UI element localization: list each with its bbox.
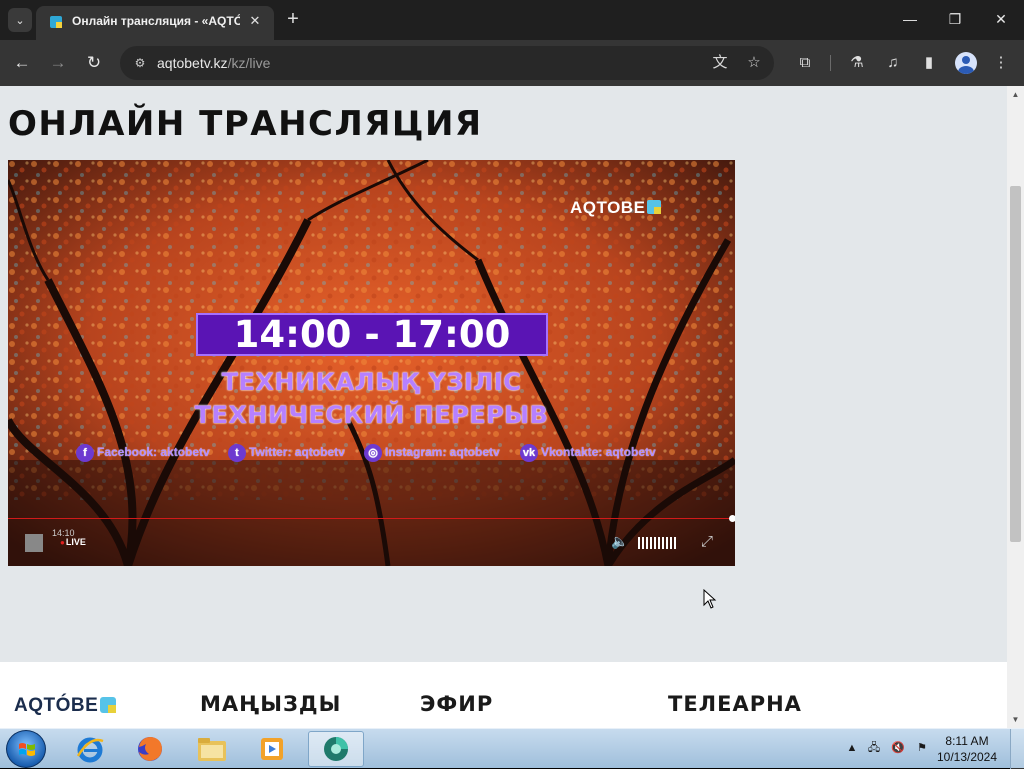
volume-slider[interactable] bbox=[638, 537, 678, 549]
vk-icon: vk bbox=[520, 444, 538, 462]
mouse-cursor-icon bbox=[703, 589, 717, 609]
aqtobe-logo-mark-icon bbox=[647, 200, 662, 214]
social-twitter-label: Twitter: aqtobetv bbox=[249, 445, 345, 460]
scroll-down-arrow-icon[interactable]: ▼ bbox=[1007, 711, 1024, 728]
address-bar[interactable]: ⚙ aqtobetv.kz/kz/live 文 ☆ bbox=[120, 46, 774, 80]
footer-logo[interactable]: AQTÓBE bbox=[14, 695, 117, 717]
labs-flask-icon[interactable]: ⚗ bbox=[846, 52, 868, 74]
window-close-button[interactable]: ✕ bbox=[986, 6, 1016, 32]
tab-title: Онлайн трансляция - «AQTÓBE» bbox=[72, 14, 240, 28]
aqtobe-logo-mark-icon bbox=[100, 697, 117, 713]
address-url[interactable]: aqtobetv.kz/kz/live bbox=[157, 55, 270, 71]
profile-avatar-icon[interactable] bbox=[955, 52, 977, 74]
window-minimize-button[interactable]: — bbox=[895, 6, 925, 32]
side-panel-icon[interactable]: ▮ bbox=[918, 52, 940, 74]
volume-muted-icon[interactable]: 🔇 bbox=[890, 740, 906, 756]
social-twitter: t Twitter: aqtobetv bbox=[228, 444, 345, 464]
twitter-icon: t bbox=[228, 444, 246, 462]
translate-icon[interactable]: 文 bbox=[710, 53, 730, 73]
url-domain: aqtobetv.kz bbox=[157, 55, 228, 71]
social-facebook-label: Facebook: aktobetv bbox=[97, 445, 210, 460]
page-title: ОНЛАЙН ТРАНСЛЯЦИЯ bbox=[8, 104, 483, 144]
fullscreen-icon[interactable]: ⤢ bbox=[698, 533, 716, 551]
footer-logo-text: AQTÓBE bbox=[14, 695, 99, 716]
social-links: f Facebook: aktobetv t Twitter: aqtobetv ◎… bbox=[76, 444, 676, 464]
playback-scrubber-handle[interactable] bbox=[729, 515, 735, 522]
firefox-icon[interactable] bbox=[122, 731, 178, 767]
start-button[interactable] bbox=[6, 730, 46, 768]
site-footer: AQTÓBE МАҢЫЗДЫ ЭФИР ТЕЛЕАРНА bbox=[0, 662, 1007, 728]
bookmark-star-icon[interactable]: ☆ bbox=[744, 53, 764, 73]
network-icon[interactable]: 🖧 bbox=[866, 740, 882, 756]
site-info-icon[interactable]: ⚙ bbox=[132, 55, 148, 71]
page-scrollbar[interactable]: ▲ ▼ bbox=[1007, 86, 1024, 728]
windows-flag-icon bbox=[19, 743, 35, 756]
video-frame-autumn-trees bbox=[8, 160, 735, 566]
footer-heading-important: МАҢЫЗДЫ bbox=[200, 692, 342, 716]
social-facebook: f Facebook: aktobetv bbox=[76, 444, 210, 464]
tab-close-icon[interactable]: ✕ bbox=[246, 12, 264, 30]
page-viewport: ОНЛАЙН ТРАНСЛЯЦИЯ AQTOBE 14:00 - 17:00 Т… bbox=[0, 86, 1007, 728]
toolbar-divider bbox=[830, 55, 831, 71]
social-instagram-label: Instagram: aqtobetv bbox=[385, 445, 500, 460]
technical-break-kz: ТЕХНИКАЛЫҚ ҮЗІЛІС bbox=[221, 368, 522, 396]
playback-progress-bar[interactable] bbox=[8, 518, 735, 519]
clock-time: 8:11 AM bbox=[945, 734, 989, 748]
reload-icon[interactable]: ↻ bbox=[82, 51, 106, 75]
scrollbar-thumb[interactable] bbox=[1010, 186, 1021, 542]
channel-logo: AQTOBE bbox=[570, 198, 662, 218]
browser-tab-strip: ⌄ Онлайн трансляция - «AQTÓBE» ✕ + — ❐ ✕ bbox=[0, 0, 1024, 40]
forward-arrow-icon[interactable]: → bbox=[46, 51, 70, 75]
scroll-up-arrow-icon[interactable]: ▲ bbox=[1007, 86, 1024, 103]
volume-speaker-icon[interactable]: 🔈 bbox=[611, 533, 628, 549]
media-control-icon[interactable]: ♫ bbox=[882, 52, 904, 74]
aqtobe-favicon-icon bbox=[50, 16, 62, 28]
menu-kebab-icon[interactable]: ⋮ bbox=[990, 52, 1012, 74]
tray-expand-arrow-icon[interactable]: ▲ bbox=[844, 740, 860, 756]
browser-tab-active[interactable]: Онлайн трансляция - «AQTÓBE» ✕ bbox=[36, 6, 274, 40]
live-video-player[interactable]: AQTOBE 14:00 - 17:00 ТЕХНИКАЛЫҚ ҮЗІЛІС Т… bbox=[8, 160, 735, 566]
social-vkontakte-label: Vkontakte: aqtobetv bbox=[541, 445, 656, 460]
technical-break-ru: ТЕХНИЧЕСКИЙ ПЕРЕРЫВ bbox=[194, 401, 549, 429]
internet-explorer-icon[interactable] bbox=[62, 731, 118, 767]
action-center-flag-icon[interactable]: ⚑ bbox=[914, 740, 930, 756]
url-path: /kz/live bbox=[227, 55, 271, 71]
extensions-icon[interactable]: ⧉ bbox=[794, 52, 816, 74]
browser-toolbar: ← → ↻ ⚙ aqtobetv.kz/kz/live 文 ☆ ⧉ ⚗ ♫ ▮ … bbox=[0, 40, 1024, 86]
stop-button[interactable] bbox=[25, 534, 43, 552]
break-time-banner: 14:00 - 17:00 bbox=[196, 313, 548, 356]
social-vkontakte: vk Vkontakte: aqtobetv bbox=[520, 444, 656, 464]
back-arrow-icon[interactable]: ← bbox=[10, 51, 34, 75]
windows-taskbar: ▲ 🖧 🔇 ⚑ 8:11 AM 10/13/2024 bbox=[0, 728, 1024, 769]
new-tab-button[interactable]: + bbox=[282, 8, 304, 30]
show-desktop-button[interactable] bbox=[1010, 729, 1024, 769]
clock-date: 10/13/2024 bbox=[936, 750, 998, 764]
instagram-icon: ◎ bbox=[364, 444, 382, 462]
browser-app-icon[interactable] bbox=[308, 731, 364, 767]
footer-heading-tv-channel: ТЕЛЕАРНА bbox=[668, 692, 802, 716]
footer-heading-broadcast: ЭФИР bbox=[420, 692, 494, 716]
file-explorer-icon[interactable] bbox=[184, 731, 240, 767]
window-maximize-button[interactable]: ❐ bbox=[940, 6, 970, 32]
tab-search-icon[interactable]: ⌄ bbox=[8, 8, 32, 32]
social-instagram: ◎ Instagram: aqtobetv bbox=[364, 444, 500, 464]
system-clock[interactable]: 8:11 AM 10/13/2024 bbox=[932, 733, 1002, 765]
channel-logo-text: AQTOBE bbox=[570, 198, 646, 217]
media-player-icon[interactable] bbox=[244, 731, 300, 767]
facebook-icon: f bbox=[76, 444, 94, 462]
live-badge[interactable]: LIVE bbox=[60, 537, 86, 547]
